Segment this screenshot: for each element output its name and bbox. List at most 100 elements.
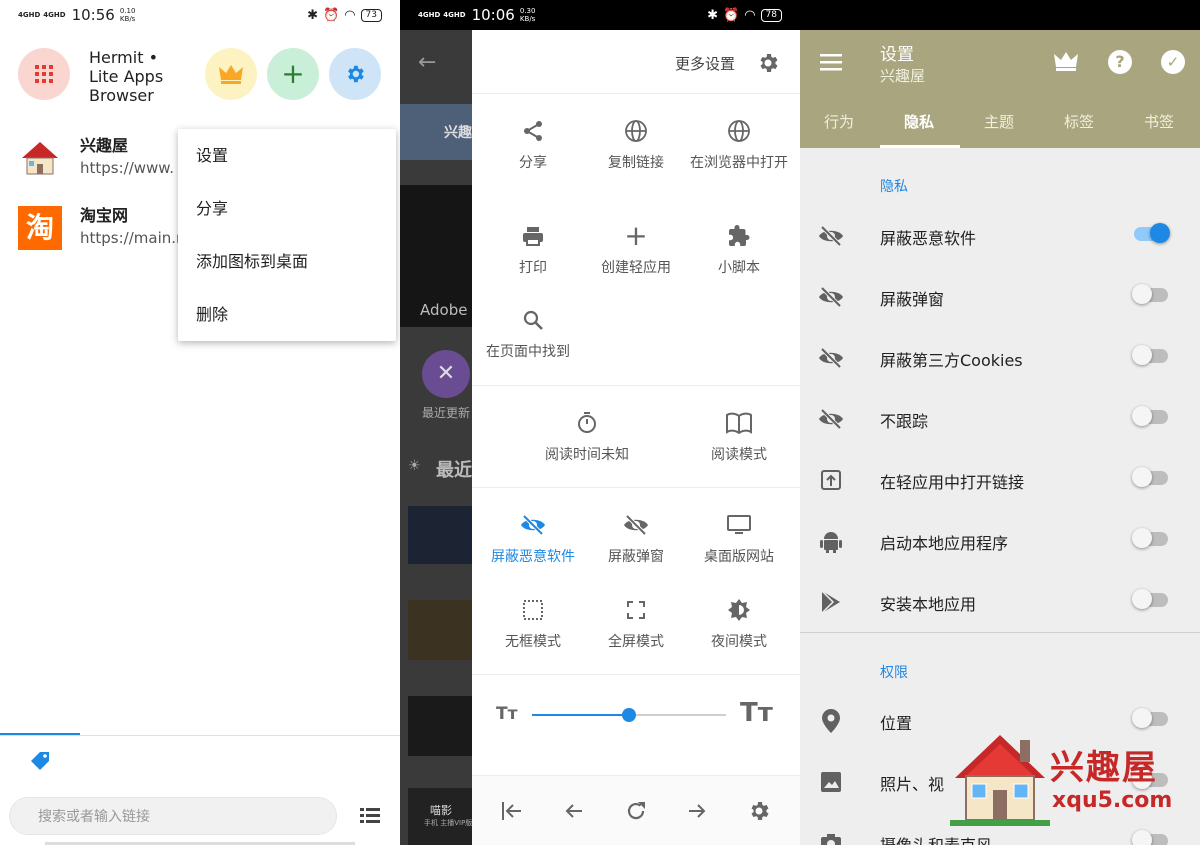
print-icon (523, 227, 543, 246)
menu-item-delete[interactable]: 删除 (178, 288, 396, 341)
eye-off-icon (624, 514, 648, 536)
settings-panel: 设置 兴趣屋 ? ✓ 行为 隐私 主题 标签 书签 隐私 屏蔽恶意软件 屏蔽弹窗屏… (800, 0, 1200, 845)
setting-label: 照片、视 (880, 775, 945, 794)
eye-off-icon (818, 345, 844, 371)
night-mode-action[interactable]: 夜间模式 (687, 595, 791, 651)
find-in-page-action[interactable]: 在页面中找到 (481, 305, 611, 361)
tab-tabs[interactable]: 标签 (1064, 111, 1094, 132)
search-input[interactable]: 搜索或者输入链接 (9, 797, 337, 835)
privacy-setting-row[interactable]: 屏蔽恶意软件 (800, 205, 1200, 266)
search-icon (523, 310, 543, 330)
scripts-action[interactable]: 小脚本 (687, 221, 791, 277)
open-in-browser-action[interactable]: 在浏览器中打开 (687, 116, 791, 172)
setting-label: 位置 (880, 714, 913, 733)
tab-theme[interactable]: 主题 (984, 111, 1014, 132)
privacy-setting-row[interactable]: 屏蔽第三方Cookies (800, 327, 1200, 388)
more-settings-label[interactable]: 更多设置 (675, 53, 735, 74)
hamburger-icon[interactable] (820, 53, 842, 71)
watermark-logo: 兴趣屋 xqu5.com (940, 730, 1172, 840)
text-size-large-icon: Tт (740, 698, 773, 728)
toggle-switch[interactable] (1132, 406, 1168, 426)
menu-item-settings[interactable]: 设置 (178, 129, 396, 182)
net-speed: 0.30 KB/s (519, 7, 536, 23)
tab-privacy[interactable]: 隐私 (904, 111, 934, 132)
tools-icon: ✕ (422, 350, 470, 398)
list-icon[interactable] (360, 807, 380, 825)
tag-icon[interactable] (28, 749, 52, 773)
refresh-icon[interactable] (624, 799, 648, 823)
setting-label: 在轻应用中打开链接 (880, 473, 1025, 492)
status-bar (800, 0, 1200, 30)
eye-off-icon (818, 284, 844, 310)
status-icons: ✱ ⏰ ◠ 78 (707, 8, 782, 23)
menu-item-add-to-home[interactable]: 添加图标到桌面 (178, 235, 396, 288)
toggle-switch[interactable] (1132, 589, 1168, 609)
monitor-icon (727, 515, 751, 534)
tab-behavior[interactable]: 行为 (824, 111, 854, 132)
block-malware-action[interactable]: 屏蔽恶意软件 (481, 510, 585, 566)
site-url: https://main.r (80, 229, 183, 247)
site-name: 淘宝网 (80, 206, 129, 225)
toggle-switch[interactable] (1132, 345, 1168, 365)
back-arrow-icon[interactable]: ← (418, 50, 436, 75)
page-card-adobe: Adobe (400, 185, 472, 327)
toggle-switch[interactable] (1134, 223, 1170, 243)
open-in-app-icon (818, 467, 844, 493)
share-action[interactable]: 分享 (481, 116, 585, 172)
location-icon (818, 708, 844, 734)
eye-off-icon (818, 223, 844, 249)
page-banner: 兴趣 (400, 104, 472, 160)
check-icon[interactable]: ✓ (1161, 50, 1185, 74)
frameless-action[interactable]: 无框模式 (481, 595, 585, 651)
frame-dashed-icon (523, 600, 543, 620)
create-lite-app-action[interactable]: + 创建轻应用 (584, 221, 688, 277)
reader-mode-action[interactable]: 阅读模式 (687, 408, 791, 464)
gear-icon[interactable] (747, 799, 771, 823)
skip-back-icon[interactable] (500, 799, 524, 823)
bluetooth-icon: ✱ (707, 7, 719, 23)
privacy-setting-row[interactable]: 在轻应用中打开链接 (800, 449, 1200, 510)
apps-grid-button[interactable] (18, 48, 70, 100)
toggle-switch[interactable] (1132, 467, 1168, 487)
divider (472, 385, 800, 386)
add-button[interactable]: + (267, 48, 319, 100)
menu-item-share[interactable]: 分享 (178, 182, 396, 235)
section-permissions-header: 权限 (880, 665, 908, 681)
text-size-thumb[interactable] (622, 708, 636, 722)
fullscreen-action[interactable]: 全屏模式 (584, 595, 688, 651)
toggle-switch[interactable] (1132, 528, 1168, 548)
bulb-icon: ☀ (408, 458, 421, 474)
toggle-switch[interactable] (1132, 708, 1168, 728)
action-sheet: 更多设置 分享 复制链接 在浏览器中打开 打印 + 创建轻应用 小脚本 在页面中… (472, 30, 800, 845)
alarm-icon: ⏰ (723, 7, 740, 23)
thumb-2 (408, 600, 472, 660)
camera-icon (818, 830, 844, 845)
privacy-setting-row[interactable]: 屏蔽弹窗 (800, 266, 1200, 327)
desktop-site-action[interactable]: 桌面版网站 (687, 510, 791, 566)
play-store-icon (818, 589, 844, 615)
print-action[interactable]: 打印 (481, 221, 585, 277)
privacy-setting-row[interactable]: 启动本地应用程序 (800, 510, 1200, 571)
privacy-setting-row[interactable]: 安装本地应用 (800, 571, 1200, 632)
block-popups-action[interactable]: 屏蔽弹窗 (584, 510, 688, 566)
premium-button[interactable] (205, 48, 257, 100)
dimmed-page[interactable]: ← 兴趣 Adobe ✕ 最近更新 ☀ 最近 喵影 手机 主播VIP版 (400, 30, 472, 845)
gear-icon[interactable] (756, 51, 780, 75)
taobao-favicon-icon: 淘 (18, 206, 62, 250)
arrow-left-icon[interactable] (562, 799, 586, 823)
toggle-switch[interactable] (1132, 284, 1168, 304)
image-icon (818, 769, 844, 795)
setting-label: 屏蔽弹窗 (880, 290, 945, 309)
tab-bookmarks[interactable]: 书签 (1144, 111, 1174, 132)
help-icon[interactable]: ? (1108, 50, 1132, 74)
setting-label: 屏蔽恶意软件 (880, 229, 977, 248)
watermark-text-cn: 兴趣屋 (1050, 748, 1158, 788)
copy-link-action[interactable]: 复制链接 (584, 116, 688, 172)
brightness-icon (728, 599, 750, 621)
crown-icon[interactable] (1053, 50, 1079, 72)
wifi-icon: ◠ (744, 7, 756, 23)
app-title: Hermit • Lite Apps Browser (89, 48, 164, 105)
settings-button[interactable] (329, 48, 381, 100)
arrow-right-icon[interactable] (685, 799, 709, 823)
privacy-setting-row[interactable]: 不跟踪 (800, 388, 1200, 449)
